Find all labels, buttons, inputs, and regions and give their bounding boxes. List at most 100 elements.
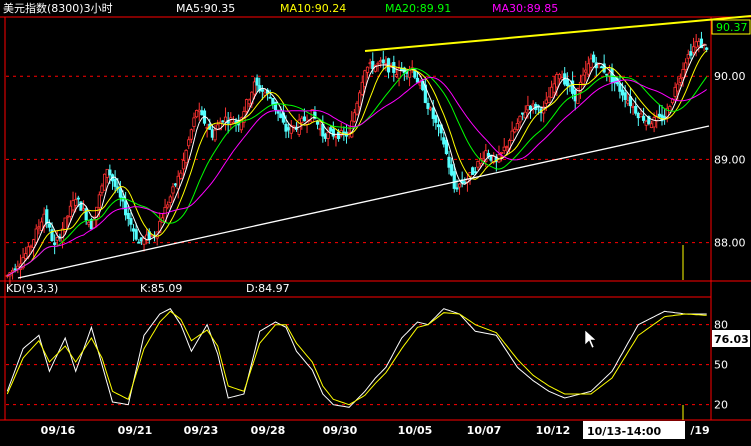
candle-body — [342, 131, 346, 134]
candle-body — [442, 137, 446, 145]
x-tick-label: 10/05 — [398, 424, 433, 437]
ma20-readout: MA20:89.91 — [385, 2, 451, 15]
candle-body — [589, 58, 593, 68]
candle-body — [260, 89, 264, 92]
candle-body — [523, 111, 527, 119]
candle-body — [365, 66, 370, 73]
candle-body — [618, 83, 622, 92]
candle-body — [100, 185, 104, 194]
candle-body — [55, 237, 59, 241]
x-tick-label: 10/12 — [536, 424, 571, 437]
candle-body — [673, 86, 677, 97]
candle-body — [68, 205, 73, 217]
candle-body — [649, 123, 654, 128]
candle-body — [197, 109, 201, 113]
candle-body — [213, 129, 217, 141]
candle-body — [605, 73, 609, 76]
candle-body — [552, 83, 556, 93]
candle-body — [87, 221, 91, 225]
candle-body — [429, 107, 433, 110]
candle-body — [126, 212, 130, 219]
candle-body — [176, 175, 180, 190]
chart-title: 美元指数(8300)3小时 — [3, 1, 113, 15]
candle-body — [252, 81, 257, 95]
candle-body — [195, 110, 199, 118]
candle-body — [652, 117, 656, 128]
candle-body — [676, 83, 680, 92]
dollar-index-chart: 美元指数(8300)3小时 MA5:90.35 MA10:90.24 MA20:… — [0, 0, 751, 446]
candle-body — [350, 120, 354, 138]
candle-body — [66, 215, 70, 218]
candle-body — [518, 115, 522, 123]
candle-body — [620, 89, 625, 96]
candle-body — [300, 117, 304, 124]
candle-body — [302, 116, 307, 122]
ma30-readout: MA30:89.85 — [492, 2, 558, 15]
candle-body — [531, 103, 535, 107]
candle-body — [134, 229, 138, 240]
candle-body — [547, 96, 551, 104]
candle-body — [105, 168, 109, 178]
x-tick-label: 09/21 — [118, 424, 153, 437]
candle-body — [139, 237, 144, 242]
candle-body — [336, 131, 341, 139]
candle-body — [81, 208, 86, 211]
candle-body — [355, 102, 359, 115]
cursor-time-label: 10/13-14:00 — [587, 425, 662, 438]
candle-body — [599, 66, 604, 69]
candle-body — [334, 136, 338, 138]
kd-badge-value: 76.03 — [714, 333, 749, 346]
candle-body — [223, 116, 228, 123]
candle-body — [271, 98, 275, 105]
candle-body — [463, 181, 467, 184]
candle-body — [74, 199, 78, 206]
candle-body — [450, 164, 454, 176]
candle-body — [187, 139, 191, 147]
candle-body — [92, 219, 96, 229]
candle-body — [323, 133, 328, 139]
candle-body — [13, 268, 17, 271]
candle-body — [631, 106, 635, 108]
candle-body — [455, 187, 459, 190]
candle-body — [24, 253, 28, 259]
candle-body — [379, 60, 383, 63]
x-tick-label: /19 — [690, 424, 709, 437]
x-tick-label: 09/23 — [184, 424, 219, 437]
candle-body — [528, 105, 533, 111]
candle-body — [221, 120, 225, 123]
candle-body — [431, 107, 435, 119]
candle-body — [584, 69, 588, 73]
ma5-readout: MA5:90.35 — [176, 2, 235, 15]
candle-body — [565, 78, 569, 87]
candle-body — [284, 123, 288, 132]
price-tick-label: 89.00 — [714, 153, 746, 166]
candle-body — [118, 188, 122, 198]
candle-body — [29, 245, 33, 248]
candle-body — [444, 140, 448, 155]
candle-body — [500, 152, 504, 154]
candle-body — [171, 186, 175, 194]
candle-body — [244, 99, 249, 112]
candle-body — [476, 161, 480, 168]
candle-body — [60, 228, 65, 242]
candle-body — [210, 129, 214, 138]
candle-body — [691, 46, 696, 53]
candle-body — [681, 69, 685, 78]
candle-body — [192, 117, 196, 127]
candle-body — [555, 74, 559, 88]
candle-body — [641, 115, 646, 121]
candle-body — [581, 74, 585, 85]
candle-body — [200, 110, 204, 116]
candle-body — [678, 77, 682, 83]
candle-body — [376, 62, 380, 65]
candle-body — [89, 218, 94, 230]
candle-body — [247, 99, 251, 105]
candle-body — [471, 167, 475, 175]
candle-body — [231, 121, 236, 124]
candle-body — [505, 146, 509, 148]
x-tick-label: 09/30 — [323, 424, 358, 437]
candle-body — [521, 112, 525, 115]
candle-body — [626, 100, 630, 104]
kd-tick-label: 50 — [714, 359, 728, 372]
candle-body — [544, 99, 548, 104]
